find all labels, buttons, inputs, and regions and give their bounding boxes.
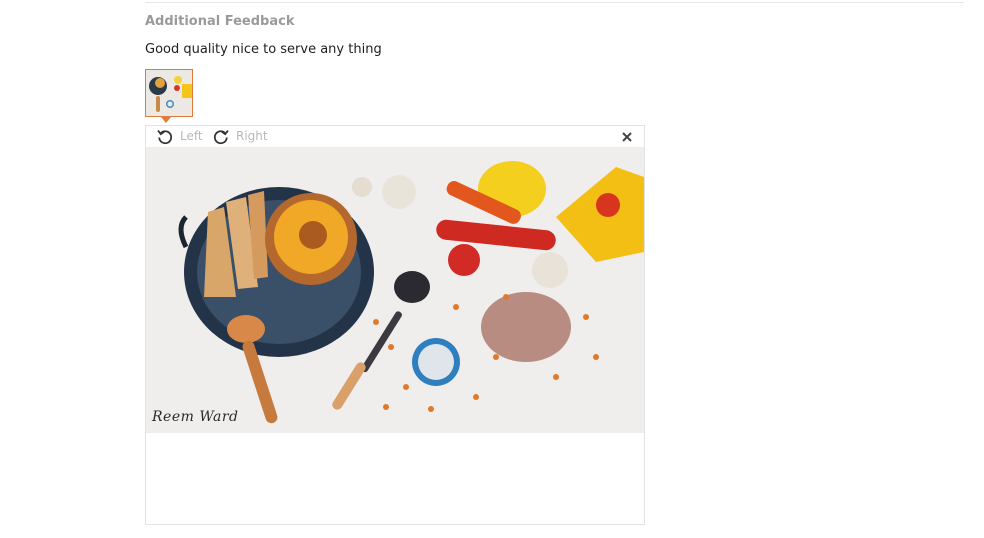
review-photo-thumbnail[interactable]	[145, 69, 193, 117]
rotate-right-icon	[213, 129, 229, 145]
review-photo: Reem Ward	[146, 147, 644, 433]
feedback-text: Good quality nice to serve any thing	[145, 42, 382, 57]
close-button[interactable]	[620, 129, 634, 143]
photo-signature: Reem Ward	[152, 409, 239, 425]
image-viewer: Left Right Reem Ward	[145, 125, 645, 525]
food-photo	[146, 147, 644, 433]
rotate-right-label: Right	[236, 129, 268, 143]
rotate-left-button[interactable]: Left	[156, 127, 203, 145]
thumbnail-image	[146, 70, 192, 116]
rotate-left-label: Left	[180, 129, 203, 143]
close-icon	[622, 132, 632, 142]
rotate-left-icon	[157, 129, 173, 145]
viewer-toolbar: Left Right	[146, 126, 644, 147]
top-divider	[145, 2, 964, 3]
section-title: Additional Feedback	[145, 14, 295, 29]
rotate-right-button[interactable]: Right	[212, 127, 268, 145]
thumbnail-pointer	[161, 117, 171, 123]
